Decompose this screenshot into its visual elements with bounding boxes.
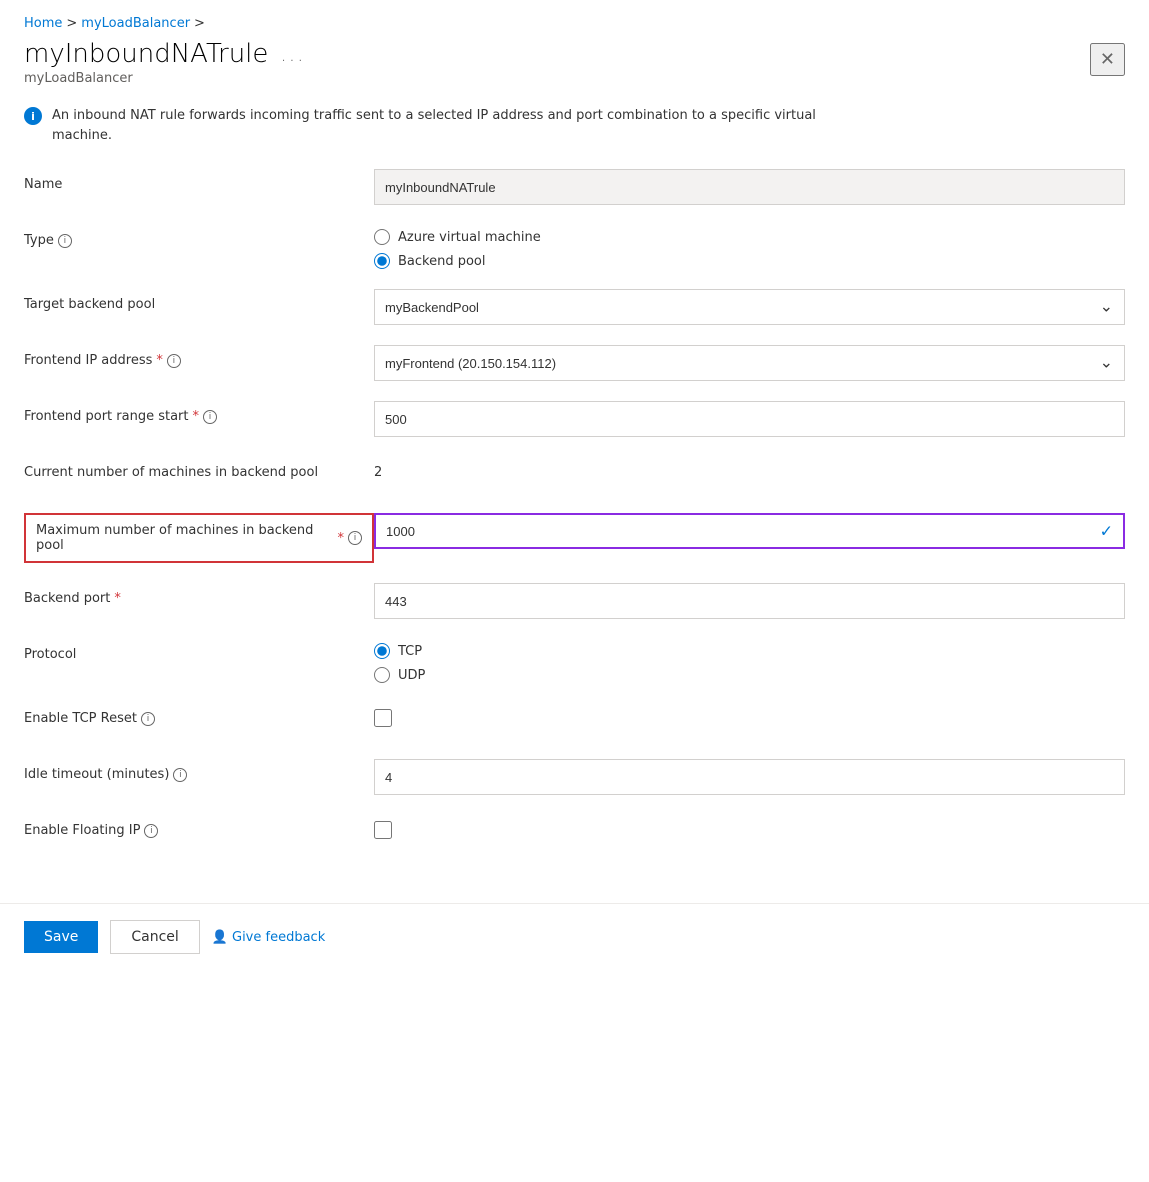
frontend-port-row: Frontend port range start * i (24, 401, 1125, 437)
name-control (374, 169, 1125, 205)
protocol-udp-radio[interactable] (374, 667, 390, 683)
target-backend-pool-row: Target backend pool myBackendPool (24, 289, 1125, 325)
target-backend-pool-select-wrapper: myBackendPool (374, 289, 1125, 325)
info-banner: i An inbound NAT rule forwards incoming … (24, 106, 1125, 145)
tcp-reset-row: Enable TCP Reset i (24, 703, 1125, 739)
info-icon: i (24, 107, 42, 125)
save-button[interactable]: Save (24, 921, 98, 953)
target-backend-pool-select[interactable]: myBackendPool (374, 289, 1125, 325)
idle-timeout-control (374, 759, 1125, 795)
tcp-reset-checkbox[interactable] (374, 709, 392, 727)
backend-port-required: * (114, 591, 121, 606)
feedback-icon: 👤 (212, 930, 228, 945)
content-area: i An inbound NAT rule forwards incoming … (0, 86, 1149, 895)
frontend-port-control (374, 401, 1125, 437)
floating-ip-checkbox[interactable] (374, 821, 392, 839)
max-machines-check-icon: ✓ (1100, 522, 1113, 541)
protocol-control: TCP UDP (374, 639, 1125, 683)
feedback-label: Give feedback (232, 930, 325, 945)
frontend-ip-label: Frontend IP address * i (24, 345, 374, 368)
max-machines-required: * (338, 531, 345, 546)
breadcrumb-sep1: > (66, 16, 77, 31)
frontend-ip-select-wrapper: myFrontend (20.150.154.112) (374, 345, 1125, 381)
idle-timeout-label: Idle timeout (minutes) i (24, 759, 374, 782)
idle-timeout-row: Idle timeout (minutes) i (24, 759, 1125, 795)
floating-ip-control (374, 815, 1125, 843)
floating-ip-row: Enable Floating IP i (24, 815, 1125, 851)
tcp-reset-label: Enable TCP Reset i (24, 703, 374, 726)
subtitle: myLoadBalancer (24, 71, 305, 86)
type-azure-vm-option[interactable]: Azure virtual machine (374, 229, 1125, 245)
frontend-ip-row: Frontend IP address * i myFrontend (20.1… (24, 345, 1125, 381)
floating-ip-info-icon[interactable]: i (144, 824, 158, 838)
title-more-button[interactable]: ... (280, 42, 305, 66)
name-row: Name (24, 169, 1125, 205)
type-radio-group: Azure virtual machine Backend pool (374, 225, 1125, 269)
close-button[interactable]: ✕ (1090, 43, 1125, 76)
protocol-udp-option[interactable]: UDP (374, 667, 1125, 683)
protocol-row: Protocol TCP UDP (24, 639, 1125, 683)
breadcrumb: Home > myLoadBalancer > (0, 0, 1149, 31)
tcp-reset-info-icon[interactable]: i (141, 712, 155, 726)
type-backend-pool-label: Backend pool (398, 254, 486, 269)
breadcrumb-sep2: > (194, 16, 205, 31)
current-machines-number: 2 (374, 457, 1125, 480)
protocol-label: Protocol (24, 639, 374, 662)
breadcrumb-loadbalancer[interactable]: myLoadBalancer (81, 16, 190, 31)
idle-timeout-input[interactable] (374, 759, 1125, 795)
footer: Save Cancel 👤 Give feedback (0, 903, 1149, 970)
idle-timeout-info-icon[interactable]: i (173, 768, 187, 782)
type-backend-pool-radio[interactable] (374, 253, 390, 269)
cancel-button[interactable]: Cancel (110, 920, 199, 954)
backend-port-label: Backend port * (24, 583, 374, 606)
header-left: myInboundNATrule ... myLoadBalancer (24, 39, 305, 86)
max-machines-label: Maximum number of machines in backend po… (24, 513, 374, 563)
current-machines-label: Current number of machines in backend po… (24, 457, 374, 480)
title-row: myInboundNATrule ... (24, 39, 305, 69)
backend-port-input[interactable] (374, 583, 1125, 619)
current-machines-value: 2 (374, 457, 1125, 480)
panel: Home > myLoadBalancer > myInboundNATrule… (0, 0, 1149, 1182)
frontend-ip-info-icon[interactable]: i (167, 354, 181, 368)
type-azure-vm-label: Azure virtual machine (398, 230, 541, 245)
type-backend-pool-option[interactable]: Backend pool (374, 253, 1125, 269)
info-text: An inbound NAT rule forwards incoming tr… (52, 106, 872, 145)
type-row: Type i Azure virtual machine Backend poo… (24, 225, 1125, 269)
page-title: myInboundNATrule (24, 39, 268, 69)
type-control: Azure virtual machine Backend pool (374, 225, 1125, 269)
type-info-icon[interactable]: i (58, 234, 72, 248)
current-machines-row: Current number of machines in backend po… (24, 457, 1125, 493)
header: myInboundNATrule ... myLoadBalancer ✕ (0, 31, 1149, 86)
type-label: Type i (24, 225, 374, 248)
protocol-tcp-option[interactable]: TCP (374, 643, 1125, 659)
protocol-udp-label: UDP (398, 668, 425, 683)
name-input[interactable] (374, 169, 1125, 205)
protocol-tcp-label: TCP (398, 644, 422, 659)
backend-port-control (374, 583, 1125, 619)
target-backend-pool-label: Target backend pool (24, 289, 374, 312)
breadcrumb-home[interactable]: Home (24, 16, 62, 31)
max-machines-control: ✓ (374, 513, 1125, 549)
protocol-radio-group: TCP UDP (374, 639, 1125, 683)
max-machines-row: Maximum number of machines in backend po… (24, 513, 1125, 563)
target-backend-pool-control: myBackendPool (374, 289, 1125, 325)
frontend-ip-control: myFrontend (20.150.154.112) (374, 345, 1125, 381)
frontend-port-required: * (193, 409, 200, 424)
protocol-tcp-radio[interactable] (374, 643, 390, 659)
tcp-reset-control (374, 703, 1125, 731)
type-azure-vm-radio[interactable] (374, 229, 390, 245)
frontend-ip-required: * (156, 353, 163, 368)
max-machines-dropdown: ✓ (374, 513, 1125, 549)
floating-ip-label: Enable Floating IP i (24, 815, 374, 838)
name-label: Name (24, 169, 374, 192)
max-machines-info-icon[interactable]: i (348, 531, 362, 545)
max-machines-input[interactable] (374, 513, 1125, 549)
frontend-ip-select[interactable]: myFrontend (20.150.154.112) (374, 345, 1125, 381)
frontend-port-input[interactable] (374, 401, 1125, 437)
feedback-link[interactable]: 👤 Give feedback (212, 930, 325, 945)
backend-port-row: Backend port * (24, 583, 1125, 619)
frontend-port-label: Frontend port range start * i (24, 401, 374, 424)
frontend-port-info-icon[interactable]: i (203, 410, 217, 424)
